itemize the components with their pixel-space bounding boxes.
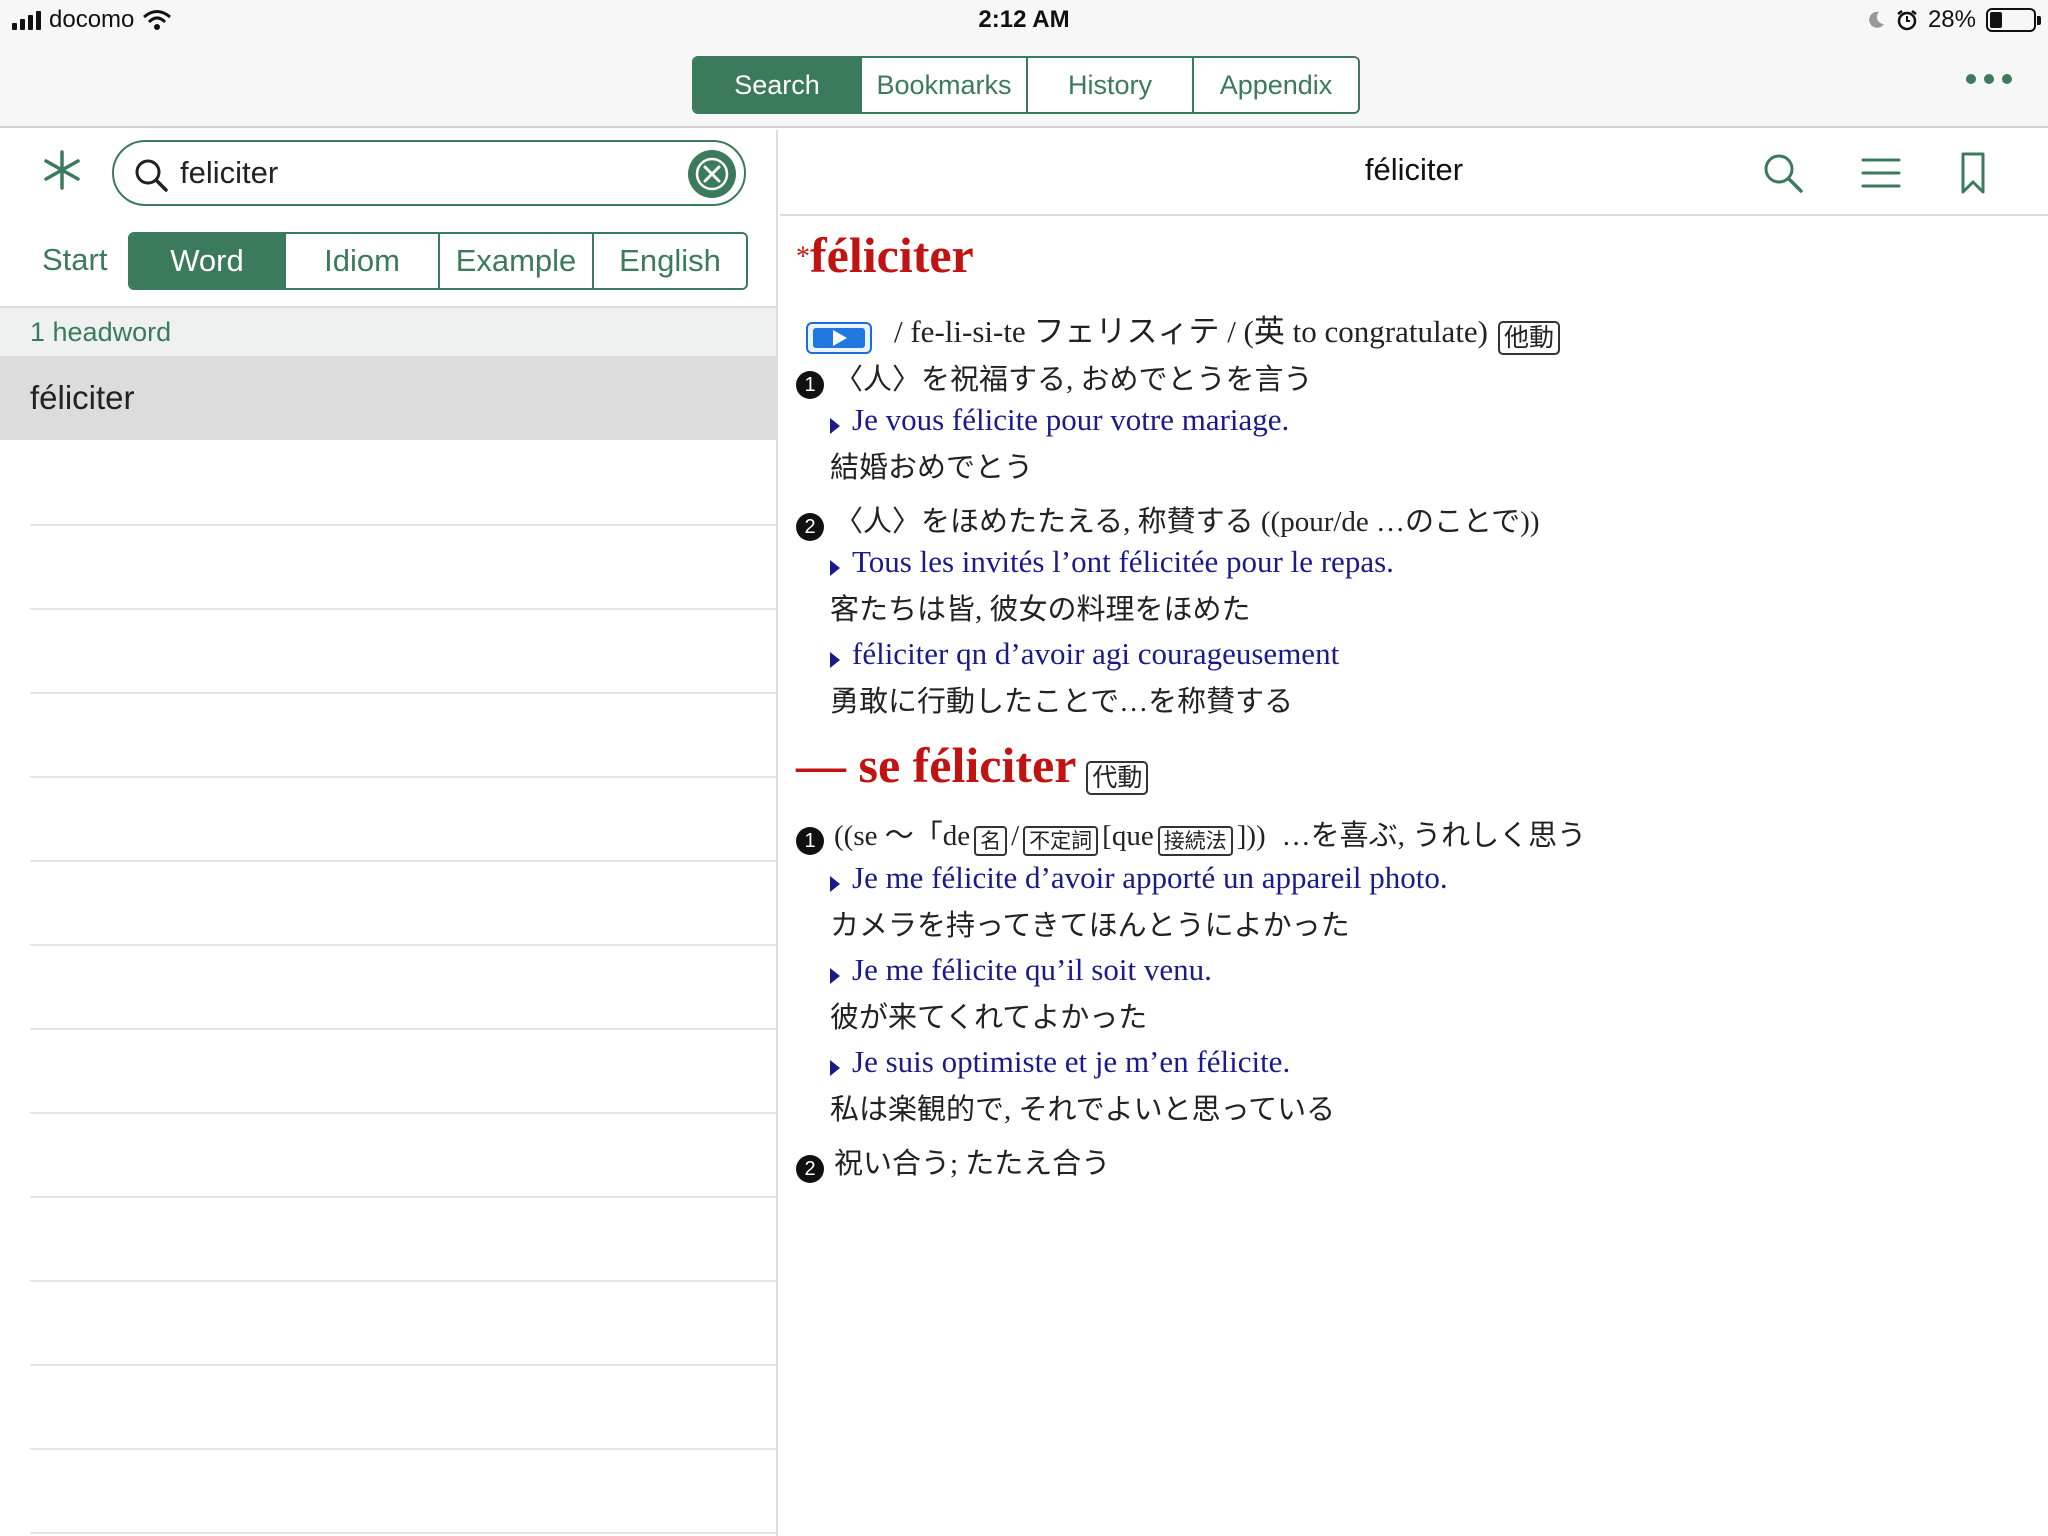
search-mode-row: Start Word Idiom Example English: [0, 230, 778, 292]
search-icon: [135, 159, 168, 192]
example-translation: 勇敢に行動したことで…を称賛する: [830, 686, 1294, 718]
example-marker-icon: [830, 1060, 840, 1077]
grammar-tag: 名: [974, 826, 1008, 857]
status-bar: docomo 2:12 AM 28%: [0, 0, 2048, 40]
sense-number: 2: [796, 1155, 824, 1184]
status-right: 28%: [1866, 6, 2041, 34]
tab-bookmarks[interactable]: Bookmarks: [860, 58, 1026, 112]
find-in-entry-icon[interactable]: [1760, 150, 1806, 196]
example-marker-icon: [830, 876, 840, 893]
clear-search-button[interactable]: [688, 150, 736, 198]
close-icon: [695, 157, 729, 191]
pos-tag: 代動: [1086, 761, 1149, 796]
sense-definition: 〈人〉を祝福する, おめでとうを言う: [834, 364, 1313, 396]
example-sentence[interactable]: Je vous félicite pour votre mariage.: [830, 402, 1289, 438]
battery-percent: 28%: [1927, 6, 1976, 33]
tab-appendix[interactable]: Appendix: [1192, 58, 1358, 112]
example-translation: カメラを持ってきてほんとうによかった: [830, 910, 1350, 942]
frequency-star: *: [796, 241, 810, 273]
moon-icon: [1869, 11, 1884, 28]
example-sentence[interactable]: féliciter qn d’avoir agi courageusement: [830, 636, 1339, 672]
search-input[interactable]: [180, 150, 650, 196]
sense-number: 1: [796, 827, 824, 856]
sub-sense-2: 2 祝い合う; たたえ合う: [796, 1140, 1111, 1184]
sense-definition: …を喜ぶ, うれしく思う: [1281, 820, 1587, 852]
battery-icon: [1986, 8, 2041, 32]
pronunciation: / fe-li-si-te フェリスィテ / (英 to congratulat…: [894, 314, 1489, 349]
example-translation: 結婚おめでとう: [830, 452, 1034, 484]
example-marker-icon: [830, 652, 840, 669]
list-divider: [30, 1112, 776, 1114]
example-marker-icon: [830, 418, 840, 435]
sub-sense-1: 1 ((se ～「de 名 / 不定詞 [que 接続法])) …を喜ぶ, うれしく思う: [796, 812, 1587, 857]
alarm-icon: [1897, 10, 1917, 31]
sense-1: 1 〈人〉を祝福する, おめでとうを言う: [796, 356, 1313, 400]
mode-word[interactable]: Word: [130, 234, 284, 288]
list-divider: [30, 1280, 776, 1282]
search-field: [112, 140, 746, 206]
example-sentence[interactable]: Je me félicite qu’il soit venu.: [830, 952, 1212, 988]
example-marker-icon: [830, 560, 840, 577]
sense-2: 2 〈人〉をほめたたえる, 称賛する ((pour/de …のことで)): [796, 498, 1540, 542]
list-divider: [30, 692, 776, 694]
example-sentence[interactable]: Je me félicite d’avoir apporté un appare…: [830, 860, 1448, 896]
mode-example[interactable]: Example: [438, 234, 592, 288]
sub-entry-headword: — se féliciter: [796, 737, 1077, 793]
grammar-tag: 接続法: [1157, 826, 1233, 857]
example-marker-icon: [830, 968, 840, 985]
wildcard-icon[interactable]: [40, 148, 84, 192]
list-divider: [30, 776, 776, 778]
sub-entry-headword-line: — se féliciter 代動: [796, 736, 1149, 796]
sense-definition: 祝い合う; たたえ合う: [834, 1148, 1111, 1180]
sense-number: 1: [796, 371, 824, 400]
list-divider: [30, 1196, 776, 1198]
tab-history[interactable]: History: [1026, 58, 1192, 112]
list-divider: [30, 944, 776, 946]
play-audio-button[interactable]: [806, 322, 872, 355]
list-divider: [30, 1448, 776, 1450]
search-mode-selector: Word Idiom Example English: [128, 232, 748, 290]
menu-icon[interactable]: [1858, 150, 1904, 196]
nav-bar: Search Bookmarks History Appendix: [0, 40, 2048, 128]
list-divider: [30, 860, 776, 862]
usage-pattern: ((se ～「de: [834, 820, 971, 852]
sense-number: 2: [796, 513, 824, 542]
pos-tag: 他動: [1498, 321, 1561, 356]
entry-pane: féliciter *féliciter / fe-li-si-te フェリスィ…: [780, 130, 2048, 1536]
sense-definition: 〈人〉をほめたたえる, 称賛する ((pour/de …のことで)): [834, 506, 1540, 538]
example-sentence[interactable]: Je suis optimiste et je m’en félicite.: [830, 1044, 1290, 1080]
clock: 2:12 AM: [978, 6, 1070, 33]
example-translation: 客たちは皆, 彼女の料理をほめた: [830, 594, 1251, 626]
result-count: 1 headword: [0, 306, 776, 356]
example-sentence[interactable]: Tous les invités l’ont félicitée pour le…: [830, 544, 1394, 580]
result-item[interactable]: féliciter: [0, 356, 776, 440]
list-divider: [30, 1532, 776, 1534]
list-divider: [30, 1364, 776, 1366]
example-translation: 私は楽観的で, それでよいと思っている: [830, 1094, 1336, 1126]
list-divider: [30, 1028, 776, 1030]
search-pane: Start Word Idiom Example English 1 headw…: [0, 130, 778, 1536]
list-divider: [30, 524, 776, 526]
more-options-icon[interactable]: [1966, 74, 2012, 84]
bookmark-icon[interactable]: [1950, 150, 1996, 196]
start-match-toggle[interactable]: Start: [42, 242, 107, 278]
entry-header: féliciter: [780, 130, 2048, 216]
grammar-tag: 不定詞: [1023, 826, 1099, 857]
mode-idiom[interactable]: Idiom: [284, 234, 438, 288]
main-tabs: Search Bookmarks History Appendix: [692, 56, 1360, 114]
mode-english[interactable]: English: [592, 234, 746, 288]
example-translation: 彼が来てくれてよかった: [830, 1002, 1148, 1034]
headword: féliciter: [810, 227, 974, 283]
tab-search[interactable]: Search: [694, 58, 860, 112]
headword-line: *féliciter: [796, 226, 974, 284]
pronunciation-line: / fe-li-si-te フェリスィテ / (英 to congratulat…: [806, 306, 1561, 356]
list-divider: [30, 608, 776, 610]
